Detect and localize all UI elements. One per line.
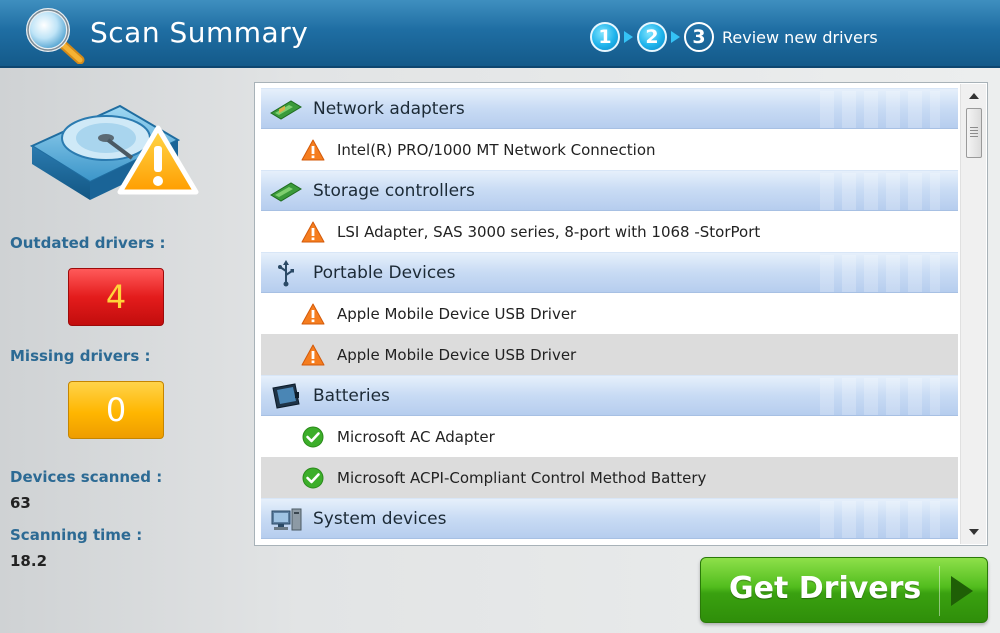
- driver-list: Network adapters Intel(R) PRO/1000 MT Ne…: [254, 82, 988, 546]
- driver-name: Microsoft ACPI-Compliant Control Method …: [337, 468, 707, 487]
- get-drivers-label: Get Drivers: [729, 571, 922, 606]
- arrow-up-icon: [969, 93, 979, 99]
- magnifier-icon: [26, 8, 85, 64]
- driver-name: Intel(R) PRO/1000 MT Network Connection: [337, 140, 656, 159]
- wizard-steps: 1 2 3 Review new drivers: [590, 22, 878, 52]
- driver-name: Microsoft AC Adapter: [337, 427, 495, 446]
- category-label: Portable Devices: [313, 262, 456, 283]
- warning-icon: [301, 221, 325, 242]
- check-icon: [302, 426, 324, 447]
- category-portable-devices[interactable]: Portable Devices: [261, 252, 958, 293]
- driver-name: LSI Adapter, SAS 3000 series, 8-port wit…: [337, 222, 761, 241]
- button-divider: [939, 566, 940, 616]
- scroll-down-button[interactable]: [961, 522, 987, 542]
- category-label: Batteries: [313, 385, 390, 406]
- warning-icon: [301, 139, 325, 160]
- driver-item[interactable]: LSI Adapter, SAS 3000 series, 8-port wit…: [261, 211, 958, 252]
- missing-drivers-count: 0: [68, 381, 164, 439]
- outdated-drivers-count: 4: [68, 268, 164, 326]
- devices-scanned-value: 63: [10, 494, 31, 512]
- driver-list-scrollbar[interactable]: [960, 84, 986, 544]
- step-arrow-icon: [671, 31, 680, 43]
- check-icon: [302, 467, 324, 488]
- battery-icon: [272, 382, 300, 409]
- category-label: System devices: [313, 508, 447, 529]
- driver-name: Apple Mobile Device USB Driver: [337, 345, 577, 364]
- play-arrow-icon: [951, 576, 973, 606]
- hard-drive-warning-icon: [29, 104, 199, 200]
- devices-scanned-label: Devices scanned :: [10, 468, 163, 486]
- driver-item[interactable]: Intel(R) PRO/1000 MT Network Connection: [261, 129, 958, 170]
- arrow-down-icon: [969, 529, 979, 535]
- scanning-time-value: 18.2: [10, 552, 48, 570]
- step-arrow-icon: [624, 31, 633, 43]
- header-bar: Scan Summary 1 2 3 Review new drivers: [0, 0, 1000, 68]
- storage-card-icon: [270, 181, 302, 202]
- driver-item[interactable]: Microsoft AC Adapter: [261, 416, 958, 457]
- outdated-drivers-label: Outdated drivers :: [10, 234, 166, 252]
- missing-drivers-label: Missing drivers :: [10, 347, 151, 365]
- driver-item[interactable]: Apple Mobile Device USB Driver: [261, 293, 958, 334]
- network-card-icon: [270, 99, 302, 120]
- get-drivers-button[interactable]: Get Drivers: [700, 557, 988, 623]
- scanning-time-label: Scanning time :: [10, 526, 143, 544]
- warning-icon: [301, 344, 325, 365]
- category-storage-controllers[interactable]: Storage controllers: [261, 170, 958, 211]
- scroll-thumb[interactable]: [966, 108, 982, 158]
- usb-icon: [278, 259, 294, 286]
- warning-icon: [301, 303, 325, 324]
- category-label: Network adapters: [313, 98, 465, 119]
- category-label: Storage controllers: [313, 180, 475, 201]
- step-1-indicator: 1: [590, 22, 620, 52]
- current-step-label: Review new drivers: [722, 27, 878, 47]
- step-3-indicator: 3: [684, 22, 714, 52]
- page-title: Scan Summary: [90, 16, 309, 49]
- scroll-up-button[interactable]: [961, 86, 987, 106]
- category-network-adapters[interactable]: Network adapters: [261, 88, 958, 129]
- category-batteries[interactable]: Batteries: [261, 375, 958, 416]
- driver-name: Apple Mobile Device USB Driver: [337, 304, 577, 323]
- step-2-indicator: 2: [637, 22, 667, 52]
- computer-icon: [271, 508, 302, 530]
- category-system-devices[interactable]: System devices: [261, 498, 958, 539]
- driver-item[interactable]: Apple Mobile Device USB Driver: [261, 334, 958, 375]
- driver-item[interactable]: Microsoft ACPI-Compliant Control Method …: [261, 457, 958, 498]
